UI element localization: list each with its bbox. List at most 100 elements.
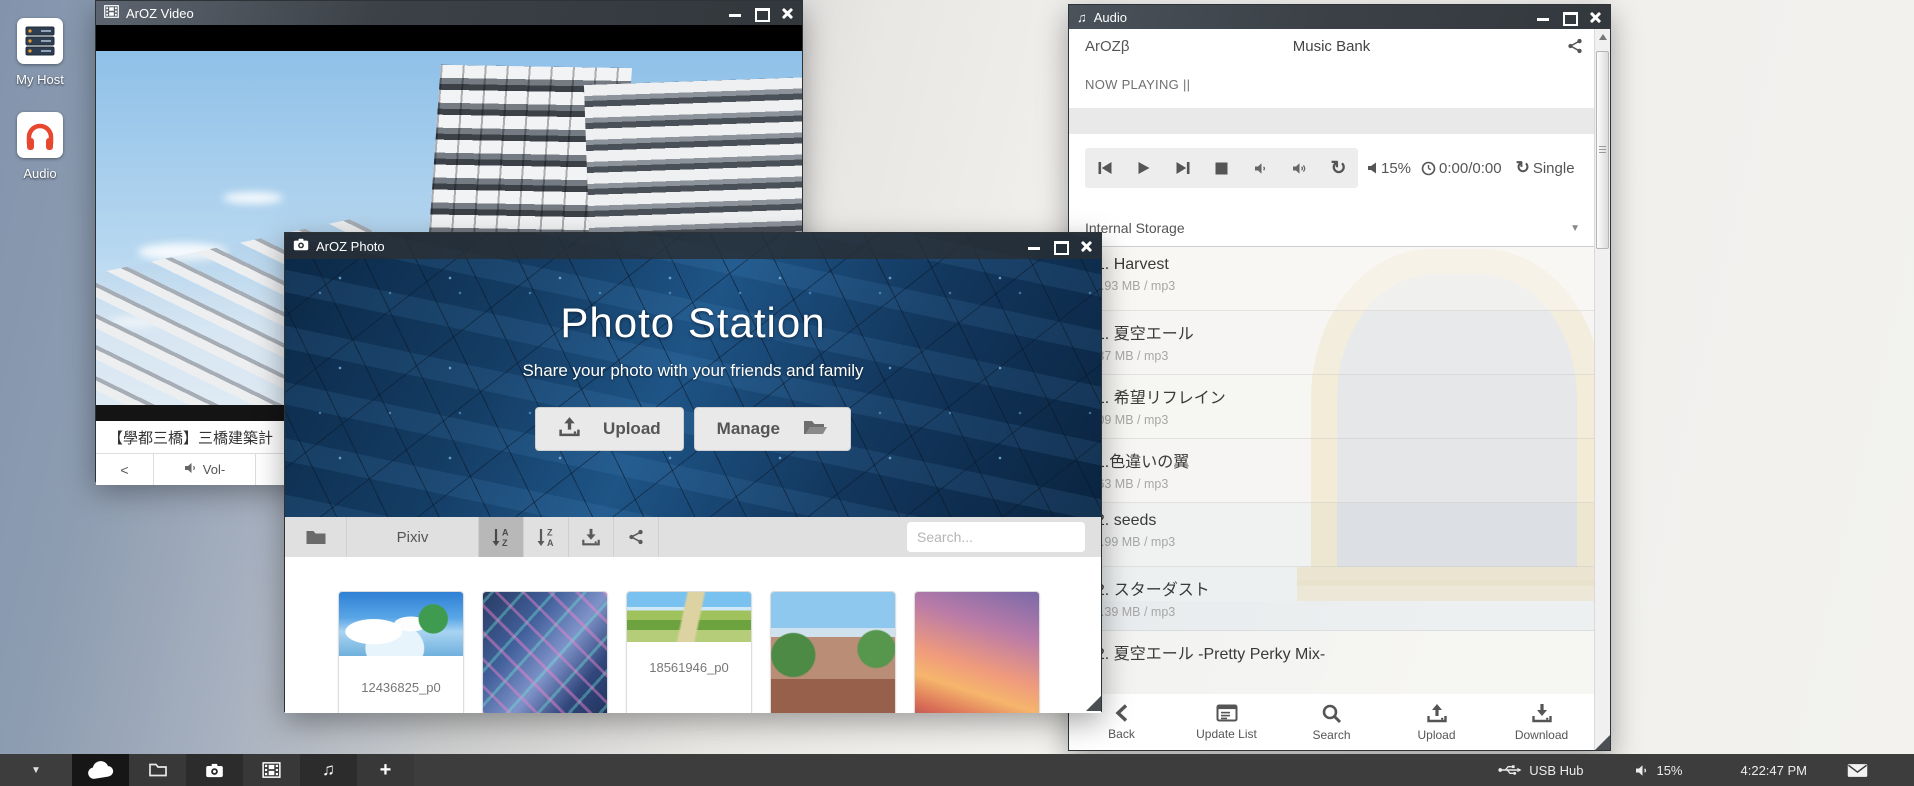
track-row[interactable]: 01. 希望リフレイン 9.09 MB / mp3: [1069, 375, 1594, 439]
desktop-icon-audio[interactable]: Audio: [1, 112, 79, 181]
chevron-down-icon: ▼: [1570, 223, 1580, 234]
photo-card[interactable]: [482, 591, 608, 713]
scrollbar-up-arrow[interactable]: [1595, 29, 1610, 45]
folder-button[interactable]: [285, 517, 347, 557]
track-row[interactable]: 01.色違いの翼 9.63 MB / mp3: [1069, 439, 1594, 503]
desktop-icon-my-host[interactable]: My Host: [1, 18, 79, 87]
scrollbar[interactable]: [1594, 29, 1610, 750]
track-row[interactable]: 01. Harvest 10.93 MB / mp3: [1069, 247, 1594, 311]
taskbar-music-button[interactable]: ♫: [300, 754, 357, 786]
storage-select[interactable]: Internal Storage ▼: [1069, 210, 1594, 247]
photo-card[interactable]: [914, 591, 1040, 713]
sort-za-button[interactable]: ZA: [524, 517, 569, 557]
taskbar-menu-caret[interactable]: ▼: [0, 754, 72, 786]
photo-window-titlebar[interactable]: ArOZ Photo: [285, 233, 1101, 259]
maximize-icon[interactable]: [754, 7, 768, 19]
upload-icon: [558, 416, 581, 443]
minimize-icon[interactable]: [1536, 11, 1550, 23]
share-icon[interactable]: [1566, 37, 1584, 60]
film-icon: [104, 5, 119, 21]
manage-button[interactable]: Manage: [694, 407, 851, 451]
photo-thumbnail: [627, 592, 751, 642]
speaker-icon: [1635, 764, 1649, 777]
close-icon[interactable]: [1588, 11, 1602, 23]
photo-grid: 12436825_p0 18561946_p0: [285, 557, 1101, 713]
update-list-button[interactable]: Update List: [1174, 694, 1279, 750]
mail-tray-item[interactable]: [1847, 763, 1868, 778]
play-button[interactable]: [1124, 148, 1163, 188]
track-row[interactable]: 02. スターダスト 12.39 MB / mp3: [1069, 567, 1594, 631]
volume-down-button[interactable]: Vol-: [154, 454, 256, 485]
speaker-low-icon: [184, 462, 197, 477]
desktop-icon-label: My Host: [1, 72, 79, 87]
sort-az-icon: AZ: [490, 526, 512, 548]
close-icon[interactable]: [780, 7, 794, 19]
maximize-icon[interactable]: [1053, 240, 1067, 252]
search-box[interactable]: [907, 522, 1085, 552]
photo-card[interactable]: [770, 591, 896, 713]
audio-header: ArOZβ Music Bank: [1069, 29, 1594, 63]
svg-text:Z: Z: [547, 528, 553, 538]
upload-button[interactable]: Upload: [1384, 694, 1489, 750]
clock-tray-item[interactable]: 4:22:47 PM: [1741, 763, 1808, 778]
music-note-icon: ♫: [1077, 10, 1087, 25]
usb-icon: [1498, 763, 1522, 777]
photo-card[interactable]: 18561946_p0: [626, 591, 752, 713]
sort-az-button[interactable]: AZ: [479, 517, 524, 557]
photo-thumbnail: [483, 592, 607, 713]
resize-handle[interactable]: [1086, 696, 1101, 711]
maximize-icon[interactable]: [1562, 11, 1576, 23]
usb-hub-tray-item[interactable]: USB Hub: [1498, 763, 1583, 778]
taskbar-add-button[interactable]: +: [357, 754, 414, 786]
audio-bottom-nav: Back Update List Search Upload Download: [1069, 694, 1594, 750]
volume-up-icon-button[interactable]: [1280, 148, 1319, 188]
share-button[interactable]: [614, 517, 659, 557]
folder-icon: [305, 529, 327, 546]
previous-track-button[interactable]: [1085, 148, 1124, 188]
list-icon: [1216, 703, 1238, 723]
photo-thumbnail: [915, 592, 1039, 713]
minimize-icon[interactable]: [1027, 240, 1041, 252]
loop-mode[interactable]: ↻ Single: [1516, 158, 1575, 178]
seek-bar[interactable]: [1069, 108, 1594, 134]
sort-za-icon: ZA: [535, 526, 557, 548]
scrollbar-thumb[interactable]: [1596, 51, 1609, 249]
photo-thumbnail: [339, 592, 463, 656]
download-button[interactable]: [569, 517, 614, 557]
upload-button[interactable]: Upload: [535, 407, 684, 451]
headphones-icon: [17, 112, 63, 158]
search-icon: [1321, 703, 1342, 724]
svg-text:A: A: [547, 538, 554, 548]
close-icon[interactable]: [1079, 240, 1093, 252]
resize-handle[interactable]: [1595, 735, 1610, 750]
photo-card[interactable]: 12436825_p0: [338, 591, 464, 713]
volume-down-icon-button[interactable]: [1241, 148, 1280, 188]
taskbar-video-button[interactable]: [243, 754, 300, 786]
search-button[interactable]: Search: [1279, 694, 1384, 750]
track-row[interactable]: 01. 夏空エール 9.37 MB / mp3: [1069, 311, 1594, 375]
page-subtitle: Share your photo with your friends and f…: [285, 361, 1101, 381]
taskbar: ▼ ♫ + USB Hub 15% 4:22:47 PM: [0, 754, 1914, 786]
video-back-button[interactable]: <: [96, 454, 154, 485]
desktop-icon-label: Audio: [1, 166, 79, 181]
upload-icon: [1426, 703, 1448, 724]
track-row[interactable]: 02. 夏空エール -Pretty Perky Mix-: [1069, 631, 1594, 695]
music-note-icon: ♫: [322, 760, 335, 780]
download-button[interactable]: Download: [1489, 694, 1594, 750]
audio-window-titlebar[interactable]: ♫ Audio: [1069, 5, 1610, 29]
next-track-button[interactable]: [1163, 148, 1202, 188]
track-row[interactable]: 02. seeds 12.99 MB / mp3: [1069, 503, 1594, 567]
taskbar-files-button[interactable]: [129, 754, 186, 786]
download-icon: [1531, 703, 1553, 724]
taskbar-photo-button[interactable]: [186, 754, 243, 786]
svg-text:A: A: [502, 528, 509, 538]
stop-button[interactable]: [1202, 148, 1241, 188]
taskbar-cloud-button[interactable]: [72, 754, 129, 786]
music-bank-title: Music Bank: [1069, 38, 1594, 55]
minimize-icon[interactable]: [728, 7, 742, 19]
volume-tray-item[interactable]: 15%: [1635, 763, 1682, 778]
search-input[interactable]: [917, 529, 1098, 545]
video-window-titlebar[interactable]: ArOZ Video: [96, 1, 802, 25]
photo-toolbar: Pixiv AZ ZA: [285, 517, 1101, 557]
refresh-icon[interactable]: ↻: [1319, 148, 1358, 188]
